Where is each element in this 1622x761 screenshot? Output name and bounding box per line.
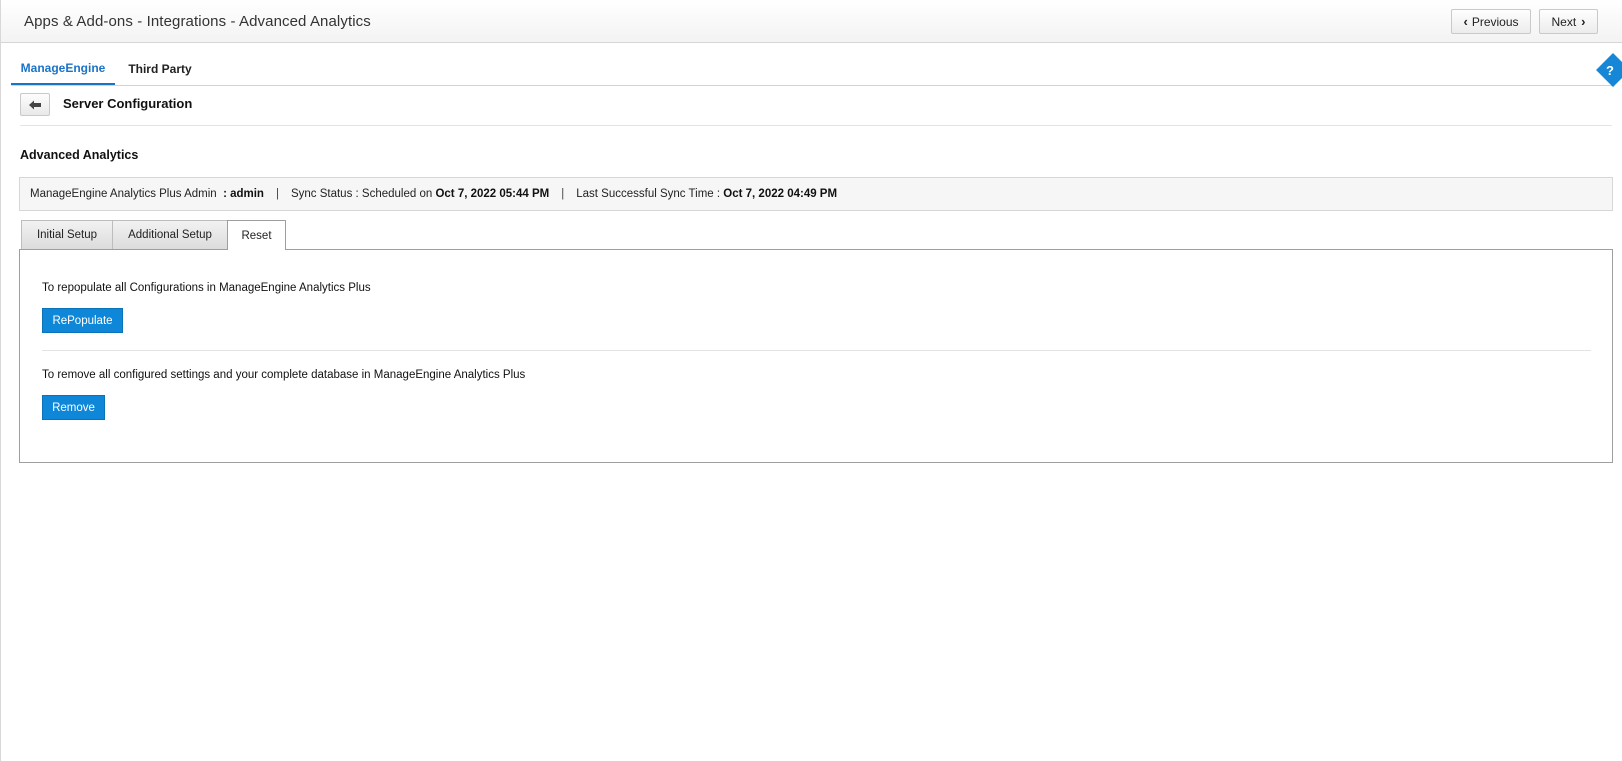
section-divider: [20, 125, 1612, 126]
top-tab-bar: ManageEngine Third Party: [11, 52, 1613, 86]
repopulate-description: To repopulate all Configurations in Mana…: [42, 282, 371, 294]
help-button[interactable]: ?: [1596, 53, 1622, 87]
remove-button[interactable]: Remove: [42, 395, 105, 420]
next-button-label: Next: [1551, 14, 1577, 29]
tab-reset[interactable]: Reset: [227, 220, 286, 250]
previous-button-label: Previous: [1471, 14, 1519, 29]
repopulate-button[interactable]: RePopulate: [42, 308, 123, 333]
tab-initial-setup[interactable]: Initial Setup: [21, 220, 113, 249]
chevron-right-icon: ›: [1581, 14, 1586, 29]
next-button[interactable]: Next ›: [1539, 9, 1598, 34]
page-header: Apps & Add-ons - Integrations - Advanced…: [1, 0, 1622, 43]
tab-third-party[interactable]: Third Party: [120, 52, 200, 85]
previous-button[interactable]: ‹ Previous: [1451, 9, 1531, 34]
last-sync-value: Oct 7, 2022 04:49 PM: [723, 188, 838, 200]
section-title: Server Configuration: [63, 96, 193, 111]
tab-additional-setup[interactable]: Additional Setup: [112, 220, 228, 249]
subsection-title: Advanced Analytics: [20, 148, 139, 162]
page: Apps & Add-ons - Integrations - Advanced…: [0, 0, 1622, 761]
reset-panel: To repopulate all Configurations in Mana…: [19, 249, 1613, 463]
separator: |: [275, 188, 279, 200]
back-button[interactable]: [20, 93, 50, 116]
remove-description: To remove all configured settings and yo…: [42, 369, 526, 381]
last-sync-label: Last Successful Sync Time :: [576, 188, 721, 200]
arrow-left-icon: [29, 100, 41, 109]
chevron-left-icon: ‹: [1463, 14, 1468, 29]
separator: |: [561, 188, 565, 200]
page-title: Apps & Add-ons - Integrations - Advanced…: [24, 13, 371, 30]
help-icon: ?: [1606, 63, 1614, 78]
sync-status-value: Oct 7, 2022 05:44 PM: [435, 188, 550, 200]
sync-info-bar: ManageEngine Analytics Plus Admin : admi…: [19, 177, 1613, 211]
admin-label: ManageEngine Analytics Plus Admin: [30, 188, 217, 200]
sync-status-label: Sync Status : Scheduled on: [290, 188, 433, 200]
admin-value: : admin: [223, 188, 264, 200]
panel-divider: [42, 350, 1591, 351]
tab-manageengine[interactable]: ManageEngine: [11, 52, 115, 85]
